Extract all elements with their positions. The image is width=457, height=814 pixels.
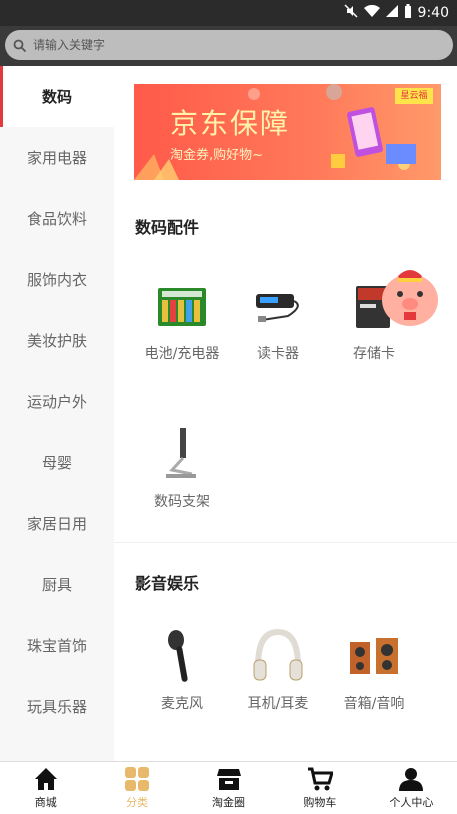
product-label: 音箱/音响 bbox=[343, 696, 405, 712]
sidebar-item-home[interactable]: 家居日用 bbox=[0, 493, 114, 554]
tab-home[interactable]: 商城 bbox=[0, 762, 91, 814]
sidebar-item-sports[interactable]: 运动户外 bbox=[0, 371, 114, 432]
category-content: 京东保障 淘金券,购好物~ 星云福 数码配件 电池/充电器 读卡器 存储卡 数码… bbox=[114, 66, 457, 761]
cart-icon bbox=[307, 766, 334, 792]
sidebar-item-label: 珠宝首饰 bbox=[26, 637, 87, 655]
tab-label: 商城 bbox=[34, 796, 57, 809]
microphone-icon bbox=[152, 626, 212, 686]
search-box[interactable] bbox=[5, 30, 453, 60]
tab-label: 购物车 bbox=[303, 796, 337, 809]
sidebar-item-appliances[interactable]: 家用电器 bbox=[0, 127, 114, 188]
shopping-illustration-icon bbox=[331, 104, 421, 174]
product-speaker[interactable]: 音箱/音响 bbox=[334, 626, 414, 714]
sidebar-item-food[interactable]: 食品饮料 bbox=[0, 188, 114, 249]
banner-tag: 星云福 bbox=[395, 88, 433, 104]
tab-profile[interactable]: 个人中心 bbox=[366, 762, 457, 814]
sidebar-item-label: 运动户外 bbox=[26, 393, 87, 411]
banner-title: 京东保障 bbox=[170, 107, 291, 140]
user-icon bbox=[398, 766, 424, 792]
mute-icon bbox=[344, 4, 358, 22]
sidebar-item-apparel[interactable]: 服饰内衣 bbox=[0, 249, 114, 310]
sidebar-item-label: 服饰内衣 bbox=[26, 271, 87, 289]
product-device-stand[interactable]: 数码支架 bbox=[142, 424, 222, 512]
clock: 9:40 bbox=[417, 5, 449, 21]
section-title: 数码配件 bbox=[135, 218, 200, 237]
product-label: 麦克风 bbox=[161, 696, 203, 712]
battery-icon bbox=[404, 4, 412, 22]
sidebar-item-label: 家用电器 bbox=[26, 149, 87, 167]
signal-icon bbox=[385, 5, 398, 21]
tab-cart[interactable]: 购物车 bbox=[274, 762, 365, 814]
home-icon bbox=[33, 766, 59, 792]
store-icon bbox=[216, 766, 242, 792]
speaker-icon bbox=[344, 626, 404, 686]
promo-banner[interactable]: 京东保障 淘金券,购好物~ 星云福 bbox=[134, 84, 441, 180]
sidebar-item-kitchen[interactable]: 厨具 bbox=[0, 554, 114, 615]
product-label: 耳机/耳麦 bbox=[247, 696, 309, 712]
search-header bbox=[0, 26, 457, 66]
banner-subtitle: 淘金券,购好物~ bbox=[170, 148, 264, 163]
card-reader-icon bbox=[248, 276, 308, 336]
tab-label: 个人中心 bbox=[389, 796, 434, 809]
sidebar-item-label: 数码 bbox=[41, 88, 72, 106]
wifi-icon bbox=[363, 4, 380, 21]
sidebar-item-baby[interactable]: 母婴 bbox=[0, 432, 114, 493]
tab-gold-circle[interactable]: 淘金圈 bbox=[183, 762, 274, 814]
product-label: 电池/充电器 bbox=[144, 346, 220, 362]
headphones-icon bbox=[248, 626, 308, 686]
sidebar-item-toys[interactable]: 玩具乐器 bbox=[0, 676, 114, 737]
sidebar-item-label: 玩具乐器 bbox=[26, 698, 87, 716]
status-bar: 9:40 bbox=[0, 0, 457, 26]
product-headphones[interactable]: 耳机/耳麦 bbox=[238, 626, 318, 714]
product-microphone[interactable]: 麦克风 bbox=[142, 626, 222, 714]
sidebar-item-jewelry[interactable]: 珠宝首饰 bbox=[0, 615, 114, 676]
section-divider bbox=[114, 542, 457, 543]
sidebar-item-label: 食品饮料 bbox=[26, 210, 87, 228]
product-battery-charger[interactable]: 电池/充电器 bbox=[142, 276, 222, 364]
category-sidebar: 数码 家用电器 食品饮料 服饰内衣 美妆护肤 运动户外 母婴 家居日用 厨具 珠… bbox=[0, 66, 114, 761]
search-icon bbox=[13, 38, 27, 53]
battery-charger-icon bbox=[152, 276, 212, 336]
sidebar-item-label: 厨具 bbox=[41, 576, 72, 594]
product-card-reader[interactable]: 读卡器 bbox=[238, 276, 318, 364]
tab-label: 分类 bbox=[126, 796, 149, 809]
section-title: 影音娱乐 bbox=[135, 574, 200, 593]
sidebar-item-label: 美妆护肤 bbox=[26, 332, 87, 350]
sidebar-item-digital[interactable]: 数码 bbox=[0, 66, 114, 127]
search-input[interactable] bbox=[33, 38, 393, 52]
sidebar-item-label: 家居日用 bbox=[26, 515, 87, 533]
product-label: 存储卡 bbox=[353, 346, 395, 362]
bottom-tab-bar: 商城 分类 淘金圈 购物车 个人中心 bbox=[0, 761, 457, 814]
product-label: 数码支架 bbox=[154, 494, 210, 510]
sidebar-item-beauty[interactable]: 美妆护肤 bbox=[0, 310, 114, 371]
product-label: 读卡器 bbox=[257, 346, 299, 362]
device-stand-icon bbox=[152, 424, 212, 484]
pig-mascot-icon[interactable] bbox=[380, 262, 440, 326]
category-grid-icon bbox=[124, 766, 150, 792]
sidebar-item-label: 母婴 bbox=[41, 454, 72, 472]
tab-label: 淘金圈 bbox=[212, 796, 246, 809]
tab-category[interactable]: 分类 bbox=[91, 762, 182, 814]
